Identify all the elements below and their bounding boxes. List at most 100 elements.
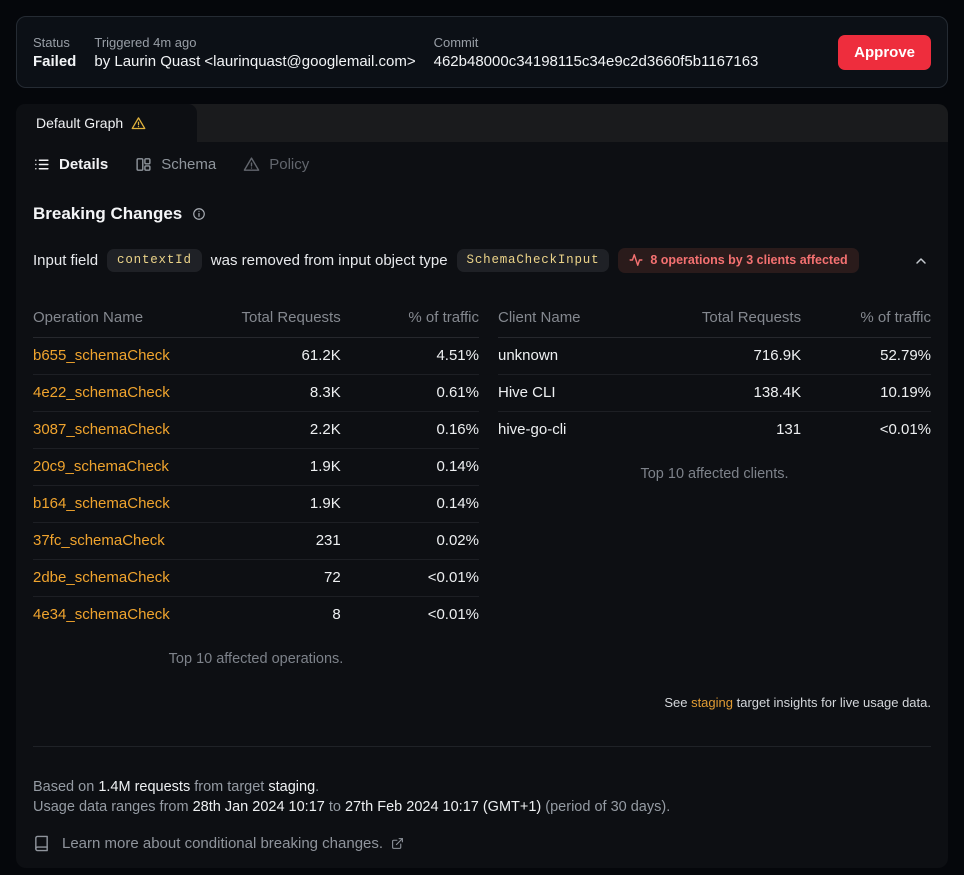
info-icon[interactable] (192, 207, 206, 221)
operations-caption: Top 10 affected operations. (33, 651, 479, 667)
table-row: 37fc_schemaCheck 2310.02% (33, 523, 479, 560)
triggered-field: Triggered 4m ago by Laurin Quast <laurin… (94, 35, 415, 70)
operation-link[interactable]: 20c9_schemaCheck (33, 458, 169, 475)
operation-link[interactable]: 4e22_schemaCheck (33, 384, 170, 401)
book-icon (33, 835, 50, 852)
learn-more-label: Learn more about conditional breaking ch… (62, 835, 383, 852)
tab-policy-label: Policy (269, 156, 309, 173)
status-field: Status Failed (33, 35, 76, 70)
total-requests-cell: 8.3K (234, 375, 341, 412)
operations-table: Operation Name Total Requests % of traff… (33, 299, 479, 633)
staging-insights-link[interactable]: staging (691, 695, 733, 710)
schema-icon (135, 156, 152, 173)
affected-badge-label: 8 operations by 3 clients affected (650, 253, 847, 267)
client-name: hive-go-cli (498, 421, 566, 438)
clients-caption: Top 10 affected clients. (498, 466, 931, 482)
total-requests-cell: 131 (693, 412, 801, 449)
total-requests-cell: 716.9K (693, 338, 801, 375)
col-operation-name: Operation Name (33, 299, 234, 338)
usage-text: (period of 30 days). (541, 799, 670, 815)
affected-operations-badge[interactable]: 8 operations by 3 clients affected (618, 248, 858, 273)
usage-text: to (325, 799, 345, 815)
total-requests-cell: 2.2K (234, 412, 341, 449)
commit-hash: 462b48000c34198115c34e9c2d3660f5b1167163 (434, 53, 759, 70)
view-tabs: Details Schema (33, 142, 931, 184)
operation-link[interactable]: b655_schemaCheck (33, 347, 170, 364)
usage-line-2: Usage data ranges from 28th Jan 2024 10:… (33, 797, 931, 817)
total-requests-cell: 61.2K (234, 338, 341, 375)
operation-link[interactable]: b164_schemaCheck (33, 495, 170, 512)
total-requests-cell: 72 (234, 560, 341, 597)
insights-post: target insights for live usage data. (733, 695, 931, 710)
learn-more-link[interactable]: Learn more about conditional breaking ch… (33, 835, 931, 852)
external-link-icon (391, 837, 404, 850)
traffic-cell: 4.51% (341, 338, 479, 375)
policy-warning-icon (243, 156, 260, 173)
col-traffic: % of traffic (341, 299, 479, 338)
tab-details[interactable]: Details (33, 156, 108, 173)
operation-link[interactable]: 2dbe_schemaCheck (33, 569, 170, 586)
traffic-cell: <0.01% (801, 412, 931, 449)
schema-check-page: Status Failed Triggered 4m ago by Laurin… (0, 0, 964, 875)
check-card-body: Details Schema (16, 142, 948, 868)
table-header-row: Operation Name Total Requests % of traff… (33, 299, 479, 338)
breaking-change-row: Input field contextId was removed from i… (33, 248, 931, 273)
status-label: Status (33, 35, 76, 50)
table-row: unknown716.9K52.79% (498, 338, 931, 375)
tab-details-label: Details (59, 156, 108, 173)
client-name: Hive CLI (498, 384, 556, 401)
operation-link[interactable]: 4e34_schemaCheck (33, 606, 170, 623)
usage-text: from target (190, 779, 268, 795)
tab-schema[interactable]: Schema (135, 156, 216, 173)
list-icon (33, 156, 50, 173)
table-row: hive-go-cli 131<0.01% (498, 412, 931, 449)
table-row: 2dbe_schemaCheck 72<0.01% (33, 560, 479, 597)
collapse-chevron-button[interactable] (911, 251, 931, 271)
operations-column: Operation Name Total Requests % of traff… (33, 299, 479, 667)
clients-column: Client Name Total Requests % of traffic … (498, 299, 931, 667)
traffic-cell: <0.01% (341, 597, 479, 634)
status-value: Failed (33, 53, 76, 70)
change-text-middle: was removed from input object type (211, 252, 448, 269)
triggered-author: by Laurin Quast <laurinquast@googlemail.… (94, 53, 415, 70)
commit-field: Commit 462b48000c34198115c34e9c2d3660f5b… (434, 35, 759, 70)
activity-icon (629, 253, 643, 267)
operation-link[interactable]: 37fc_schemaCheck (33, 532, 165, 549)
breaking-changes-title: Breaking Changes (33, 204, 182, 224)
tab-default-graph[interactable]: Default Graph (16, 104, 197, 142)
table-row: b655_schemaCheck 61.2K4.51% (33, 338, 479, 375)
usage-summary: Based on 1.4M requests from target stagi… (33, 777, 931, 817)
table-row: 4e34_schemaCheck8<0.01% (33, 597, 479, 634)
traffic-cell: 10.19% (801, 375, 931, 412)
total-requests-cell: 1.9K (234, 449, 341, 486)
graph-tab-label: Default Graph (36, 115, 123, 131)
footer-divider (33, 746, 931, 747)
table-row: 20c9_schemaCheck 1.9K0.14% (33, 449, 479, 486)
table-row: 3087_schemaCheck 2.2K0.16% (33, 412, 479, 449)
traffic-cell: 0.14% (341, 449, 479, 486)
approve-button[interactable]: Approve (838, 35, 931, 70)
usage-line-1: Based on 1.4M requests from target stagi… (33, 777, 931, 797)
operation-link[interactable]: 3087_schemaCheck (33, 421, 170, 438)
type-code-badge: SchemaCheckInput (457, 249, 610, 272)
tab-policy[interactable]: Policy (243, 156, 309, 173)
insights-pre: See (664, 695, 691, 710)
target-name: staging (268, 779, 315, 795)
traffic-cell: 0.02% (341, 523, 479, 560)
client-name: unknown (498, 347, 558, 364)
traffic-cell: <0.01% (341, 560, 479, 597)
tab-schema-label: Schema (161, 156, 216, 173)
traffic-cell: 0.14% (341, 486, 479, 523)
usage-text: Usage data ranges from (33, 799, 193, 815)
total-requests-cell: 138.4K (693, 375, 801, 412)
breaking-changes-header: Breaking Changes (33, 204, 931, 224)
usage-tables: Operation Name Total Requests % of traff… (33, 299, 931, 667)
clients-table: Client Name Total Requests % of traffic … (498, 299, 931, 448)
warning-icon (131, 116, 146, 131)
insights-note: See staging target insights for live usa… (33, 695, 931, 710)
traffic-cell: 0.16% (341, 412, 479, 449)
col-total-requests: Total Requests (234, 299, 341, 338)
chevron-up-icon (913, 253, 929, 269)
table-header-row: Client Name Total Requests % of traffic (498, 299, 931, 338)
total-requests-cell: 231 (234, 523, 341, 560)
